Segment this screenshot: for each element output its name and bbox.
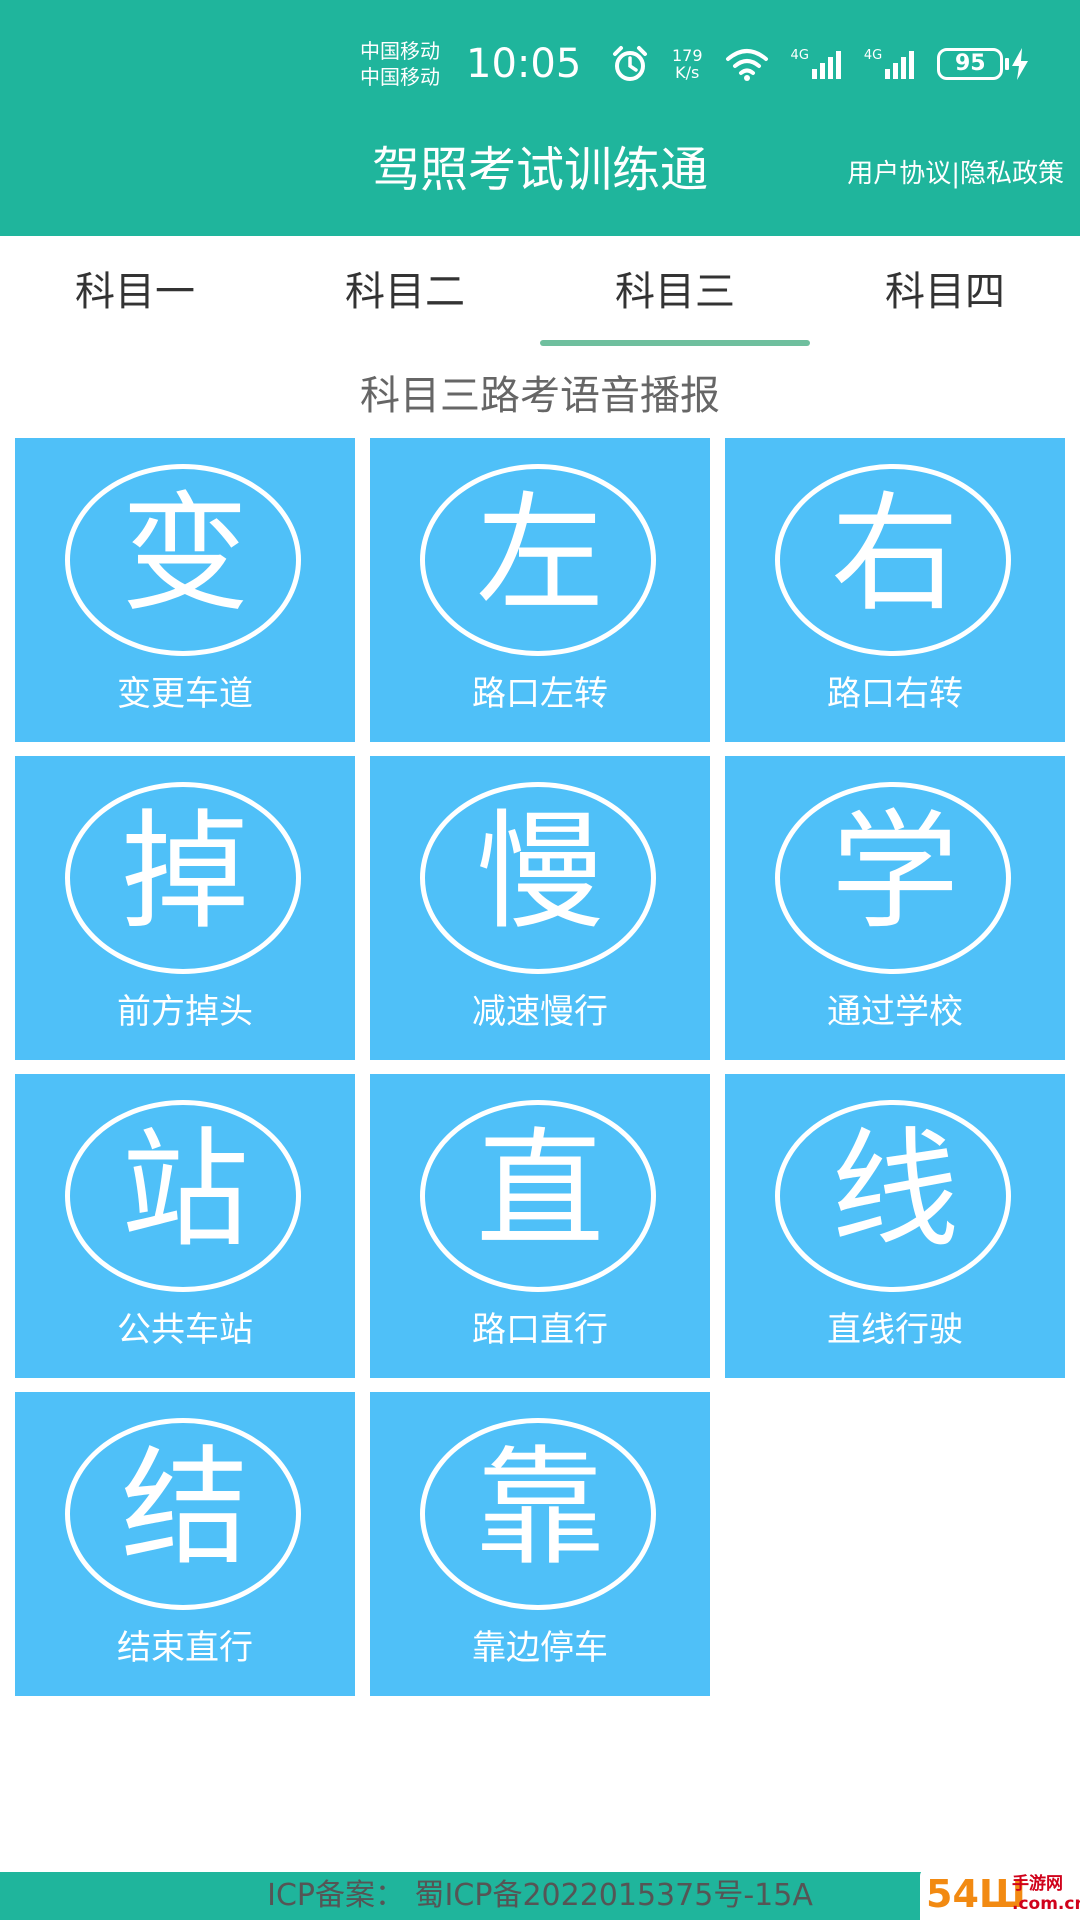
status-icons: 179 K/s 4G 4G 95 [610,44,1029,84]
net-speed-value: 179 [672,46,703,65]
charging-icon [1012,48,1029,80]
tile-bus-stop[interactable]: 站 公共车站 [15,1074,355,1378]
tile-u-turn[interactable]: 掉 前方掉头 [15,756,355,1060]
signal-2-label: 4G [863,48,883,63]
tile-change-lane[interactable]: 变 变更车道 [15,438,355,742]
tile-label: 靠边停车 [472,1628,608,1668]
tab-label: 科目四 [885,269,1005,315]
tile-glyph: 右 [830,480,959,629]
net-speed-unit: K/s [675,63,700,82]
tab-label: 科目三 [615,269,735,315]
tab-subject-1[interactable]: 科目一 [0,236,270,350]
tile-go-straight[interactable]: 直 路口直行 [370,1074,710,1378]
watermark-side-bottom: .com.cn [1012,1894,1080,1914]
tile-label: 通过学校 [827,992,963,1032]
tab-label: 科目二 [345,269,465,315]
battery-cap [1005,58,1010,70]
site-watermark-logo: 54Ш 手游网 .com.cn [920,1868,1080,1920]
tile-label: 直线行驶 [827,1310,963,1350]
tile-glyph: 站 [120,1116,249,1265]
tab-subject-4[interactable]: 科目四 [810,236,1080,350]
battery-level: 95 [937,48,1004,80]
icp-record-text: ICP备案： 蜀ICP备2022015375号-15A [267,1878,813,1913]
tile-glyph: 结 [120,1434,249,1583]
signal-1-label: 4G [790,48,809,63]
tile-slow-down[interactable]: 慢 减速慢行 [370,756,710,1060]
wifi-icon [725,49,768,81]
tile-glyph: 变 [120,480,249,629]
carrier-label-1: 中国移动 [360,39,440,63]
section-title: 科目三路考语音播报 [360,373,720,419]
tile-glyph: 慢 [475,798,604,947]
tile-glyph: 线 [830,1116,959,1265]
user-agreement-privacy-link[interactable]: 用户协议|隐私政策 [847,158,1064,190]
tile-label: 路口右转 [827,674,963,714]
tile-glyph: 靠 [475,1434,604,1583]
tile-glyph: 学 [830,798,959,947]
battery-indicator: 95 [937,48,1029,80]
watermark-main-text: 54Ш [926,1872,1026,1916]
tile-label: 前方掉头 [117,992,253,1032]
subject-tabs: 科目一 科目二 科目三 科目四 [0,236,1080,350]
signal-1: 4G [791,49,842,79]
tile-glyph: 直 [475,1116,604,1265]
status-clock: 10:05 [466,41,582,87]
tile-glyph: 掉 [120,798,249,947]
net-speed: 179 K/s [672,47,703,81]
app-header: 中国移动 中国移动 10:05 179 K/s 4G 4G 95 驾照考试训练通… [0,0,1080,236]
signal-icon [885,51,915,79]
alarm-icon [613,46,647,81]
status-bar: 中国移动 中国移动 10:05 179 K/s 4G 4G 95 [0,0,1080,130]
tab-label: 科目一 [75,269,195,315]
tile-glyph: 左 [475,480,604,629]
tile-label: 变更车道 [117,674,253,714]
carrier-label-2: 中国移动 [360,65,440,89]
voice-tile-grid: 变 变更车道 左 路口左转 右 路口右转 掉 前方掉头 慢 减速慢行 学 通过学… [15,438,1065,1696]
carrier-labels: 中国移动 中国移动 [360,38,440,90]
tile-label: 路口左转 [472,674,608,714]
tile-end-straight[interactable]: 结 结束直行 [15,1392,355,1696]
tab-subject-2[interactable]: 科目二 [270,236,540,350]
tile-right-turn[interactable]: 右 路口右转 [725,438,1065,742]
tile-label: 结束直行 [117,1628,253,1668]
tile-left-turn[interactable]: 左 路口左转 [370,438,710,742]
tile-school[interactable]: 学 通过学校 [725,756,1065,1060]
signal-icon [811,51,841,79]
watermark-side-text: 手游网 .com.cn [1012,1874,1080,1914]
tile-label: 减速慢行 [472,992,608,1032]
tab-subject-3[interactable]: 科目三 [540,236,810,350]
footer-bar: ICP备案： 蜀ICP备2022015375号-15A [0,1872,1080,1920]
watermark-side-top: 手游网 [1012,1874,1063,1894]
tile-label: 路口直行 [472,1310,608,1350]
signal-2: 4G [864,49,915,79]
tile-label: 公共车站 [117,1310,253,1350]
tile-pull-over[interactable]: 靠 靠边停车 [370,1392,710,1696]
tile-straight-line[interactable]: 线 直线行驶 [725,1074,1065,1378]
